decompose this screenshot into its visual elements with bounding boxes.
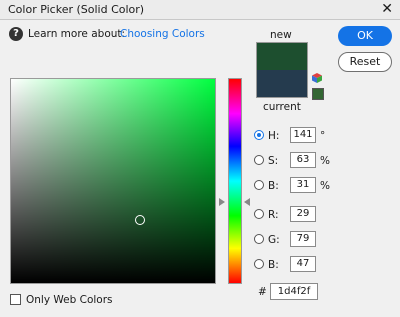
saturation-unit: % (320, 155, 330, 167)
title-bar: Color Picker (Solid Color) ✕ (0, 0, 400, 20)
hex-field[interactable]: 1d4f2f (270, 283, 318, 300)
brightness-unit: % (320, 180, 330, 192)
close-icon[interactable]: ✕ (381, 1, 393, 17)
red-field[interactable]: 29 (290, 206, 316, 222)
blue-field[interactable]: 47 (290, 256, 316, 272)
hue-label: H: (268, 130, 280, 142)
only-web-colors-checkbox[interactable] (10, 294, 21, 305)
saturation-brightness-field[interactable] (10, 78, 216, 284)
hue-slider-right-arrow[interactable] (244, 197, 250, 206)
cube-icon[interactable] (311, 72, 323, 84)
hue-unit: ° (320, 130, 326, 142)
blue-radio[interactable] (254, 259, 264, 269)
question-icon[interactable]: ? (9, 27, 23, 41)
brightness-label: B: (268, 180, 279, 192)
reset-button[interactable]: Reset (338, 52, 392, 72)
green-field[interactable]: 79 (290, 231, 316, 247)
saturation-label: S: (268, 155, 279, 167)
red-label: R: (268, 209, 279, 221)
green-label: G: (268, 234, 280, 246)
green-radio[interactable] (254, 234, 264, 244)
only-web-colors-label: Only Web Colors (26, 294, 113, 306)
saturation-radio[interactable] (254, 155, 264, 165)
ok-button[interactable]: OK (338, 26, 392, 46)
blue-label: B: (268, 259, 279, 271)
choosing-colors-link[interactable]: Choosing Colors (120, 28, 205, 40)
hex-label: # (258, 286, 267, 298)
color-marker[interactable] (134, 214, 145, 225)
hue-slider[interactable] (228, 78, 242, 284)
red-radio[interactable] (254, 209, 264, 219)
hue-radio[interactable] (254, 130, 264, 140)
brightness-field[interactable]: 31 (290, 177, 316, 193)
current-color-swatch[interactable] (256, 70, 308, 98)
learn-more-label: Learn more about: (28, 28, 126, 40)
hue-slider-left-arrow[interactable] (219, 197, 225, 206)
hue-field[interactable]: 141 (290, 127, 316, 143)
saturation-field[interactable]: 63 (290, 152, 316, 168)
brightness-radio[interactable] (254, 180, 264, 190)
window-title: Color Picker (Solid Color) (8, 3, 145, 16)
new-color-swatch (256, 42, 308, 70)
web-safe-color-swatch[interactable] (312, 88, 324, 100)
current-color-label: current (263, 101, 301, 113)
new-color-label: new (270, 29, 292, 41)
